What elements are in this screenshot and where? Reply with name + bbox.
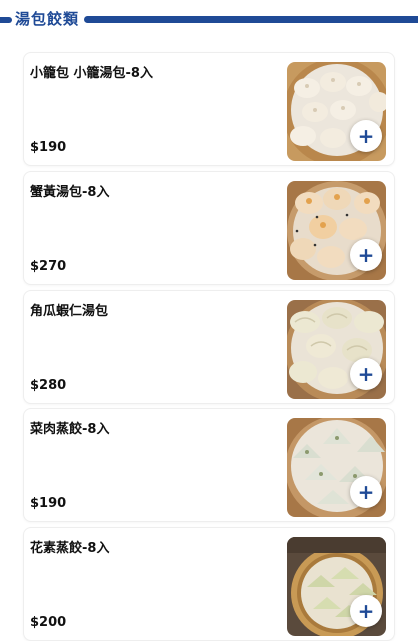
item-name: 菜肉蒸餃-8入: [30, 422, 110, 437]
menu-item-card[interactable]: 小籠包 小籠湯包-8入 $190 +: [23, 52, 395, 166]
section-title: 湯包餃類: [15, 10, 80, 28]
plus-icon: +: [357, 480, 375, 504]
menu-item-card[interactable]: 花素蒸餃-8入 $200 +: [23, 527, 395, 641]
item-price: $190: [30, 496, 67, 511]
menu-item-card[interactable]: 角瓜蝦仁湯包 $280 +: [23, 290, 395, 404]
add-to-cart-button[interactable]: +: [350, 595, 382, 627]
item-name: 蟹黃湯包-8入: [30, 185, 110, 200]
plus-icon: +: [357, 362, 375, 386]
item-price: $270: [30, 259, 67, 274]
plus-icon: +: [357, 599, 375, 623]
item-price: $280: [30, 378, 67, 393]
item-name: 小籠包 小籠湯包-8入: [30, 66, 153, 81]
plus-icon: +: [357, 124, 375, 148]
header-accent-right: [84, 16, 418, 23]
item-name: 花素蒸餃-8入: [30, 541, 110, 556]
section-header: 湯包餃類: [0, 8, 418, 30]
header-accent-left: [0, 17, 12, 23]
add-to-cart-button[interactable]: +: [350, 239, 382, 271]
add-to-cart-button[interactable]: +: [350, 120, 382, 152]
menu-item-card[interactable]: 蟹黃湯包-8入 $270 +: [23, 171, 395, 285]
item-price: $200: [30, 615, 67, 630]
item-name: 角瓜蝦仁湯包: [30, 304, 109, 319]
add-to-cart-button[interactable]: +: [350, 476, 382, 508]
menu-item-card[interactable]: 菜肉蒸餃-8入 $190 +: [23, 408, 395, 522]
add-to-cart-button[interactable]: +: [350, 358, 382, 390]
item-price: $190: [30, 140, 67, 155]
plus-icon: +: [357, 243, 375, 267]
